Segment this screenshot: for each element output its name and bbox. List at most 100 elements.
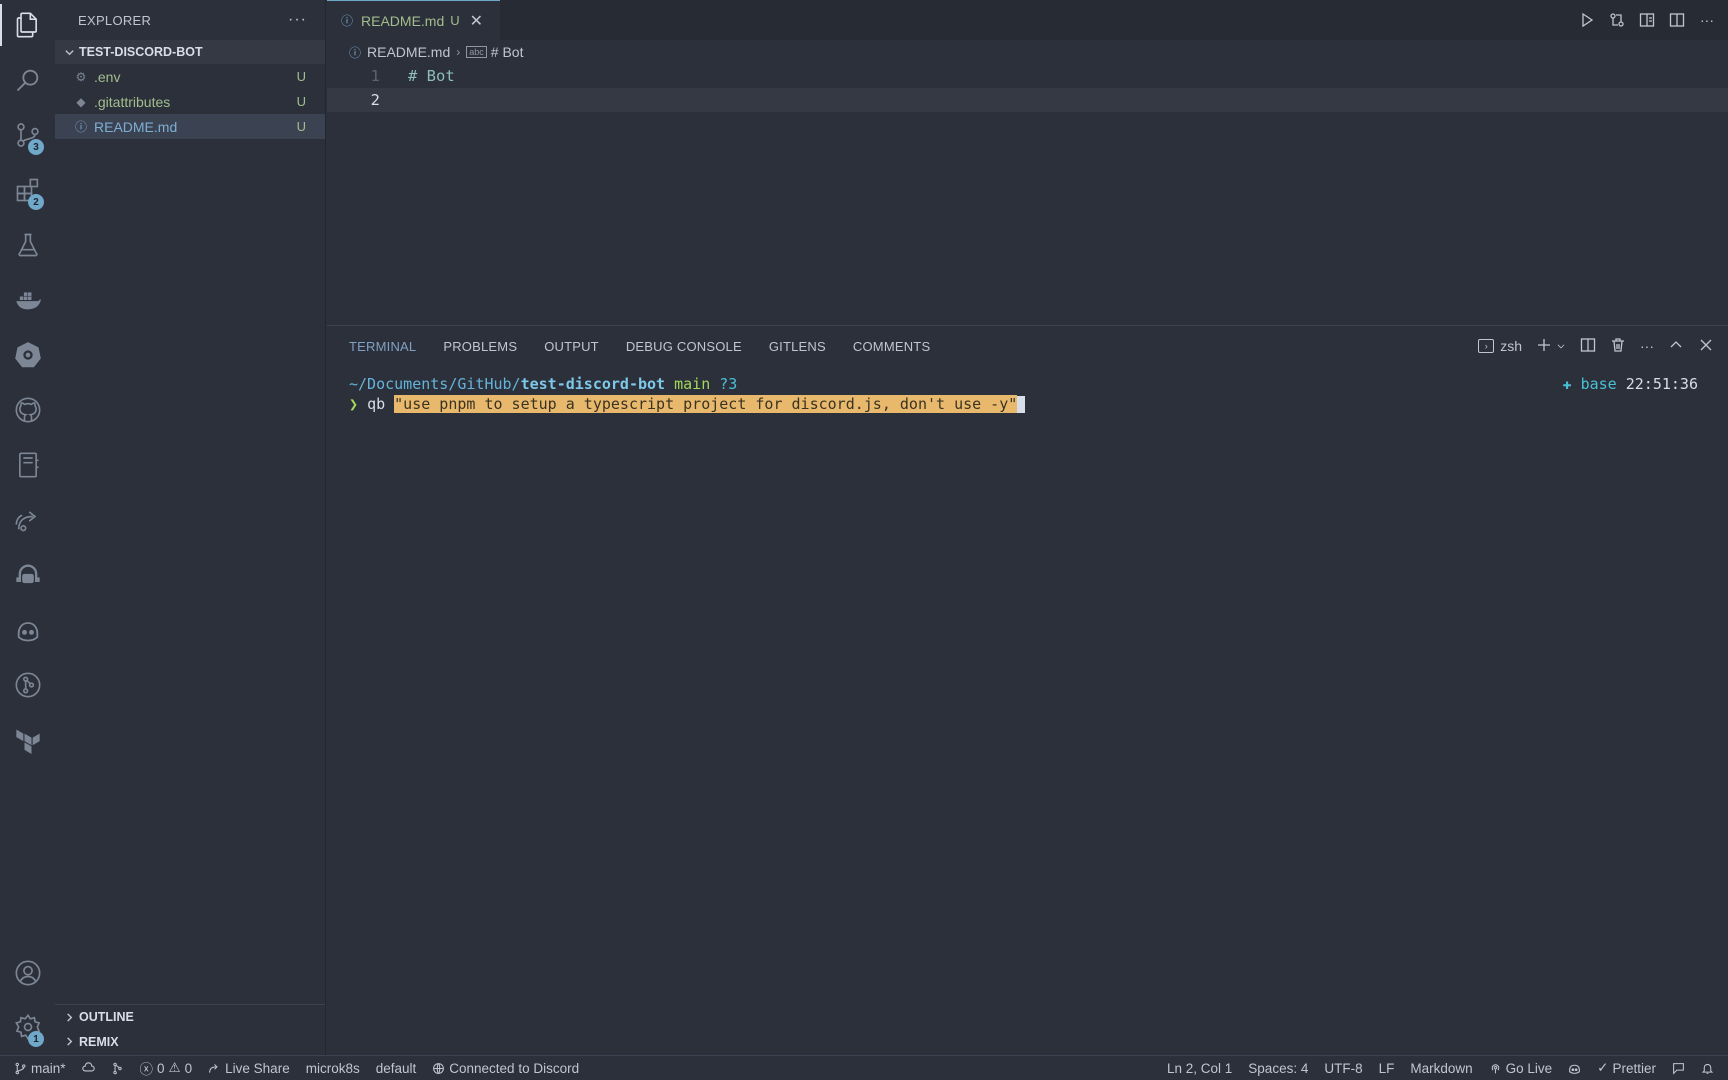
github-icon[interactable] <box>0 385 55 435</box>
line-number: 2 <box>370 91 380 109</box>
tab-debug-console[interactable]: DEBUG CONSOLE <box>626 326 742 366</box>
search-icon[interactable] <box>0 55 55 105</box>
explorer-header: EXPLORER ··· <box>55 0 325 40</box>
conda-icon: ✚ <box>1562 375 1572 393</box>
remote-explorer-icon[interactable] <box>0 550 55 600</box>
gear-icon: ⚙ <box>75 69 87 84</box>
kube-cluster[interactable]: microk8s <box>298 1061 368 1076</box>
kube-namespace[interactable]: default <box>368 1061 425 1076</box>
settings-gear-icon[interactable]: 1 <box>0 1002 55 1052</box>
live-share-status[interactable]: Live Share <box>200 1061 298 1076</box>
end-of-line[interactable]: LF <box>1371 1061 1403 1076</box>
broadcast-icon <box>1491 1063 1499 1073</box>
tab-output[interactable]: OUTPUT <box>544 326 599 366</box>
info-icon: ⓘ <box>349 45 362 60</box>
testing-icon[interactable] <box>0 220 55 270</box>
prettier-status[interactable]: ✓ Prettier <box>1589 1060 1664 1076</box>
terminal-command-line: ❯ qb "use pnpm to setup a typescript pro… <box>349 394 1698 414</box>
indentation[interactable]: Spaces: 4 <box>1240 1061 1316 1076</box>
terminal-cursor <box>1017 396 1026 413</box>
code-editor[interactable]: 1 # Bot 2 <box>327 64 1728 324</box>
tab-readme[interactable]: ⓘ README.md U ✕ <box>327 0 500 40</box>
folder-name: TEST-DISCORD-BOT <box>79 45 203 59</box>
terminal-path-dir: test-discord-bot <box>520 375 666 393</box>
terraform-icon[interactable] <box>0 715 55 765</box>
file-name: .gitattributes <box>94 93 171 110</box>
run-icon[interactable] <box>1578 11 1596 29</box>
open-preview-icon[interactable] <box>1638 11 1656 29</box>
source-control-badge: 3 <box>28 139 44 155</box>
feedback-icon[interactable] <box>1664 1062 1693 1075</box>
compare-changes-icon[interactable] <box>1608 11 1626 29</box>
kubernetes-icon[interactable] <box>0 330 55 380</box>
docker-icon[interactable] <box>0 275 55 325</box>
chevron-down-icon[interactable] <box>1556 338 1566 354</box>
close-icon[interactable]: ✕ <box>470 11 483 31</box>
problems-status[interactable]: ⓧ 0 ⚠ 0 <box>132 1058 201 1078</box>
file-item-gitattributes[interactable]: ◆ .gitattributes U <box>55 89 325 114</box>
terminal-env: base <box>1580 375 1617 393</box>
tab-terminal[interactable]: TERMINAL <box>349 326 416 366</box>
more-actions-icon[interactable]: ··· <box>1640 338 1654 354</box>
breadcrumb: ⓘ README.md › abc # Bot <box>327 40 1728 64</box>
breadcrumb-file[interactable]: README.md <box>367 44 450 60</box>
go-live-status[interactable]: Go Live <box>1481 1061 1561 1076</box>
globe-icon <box>433 1062 445 1074</box>
discord-status[interactable]: Connected to Discord <box>424 1061 587 1076</box>
tab-problems[interactable]: PROBLEMS <box>443 326 517 366</box>
notebook-icon[interactable] <box>0 440 55 490</box>
new-terminal-icon[interactable] <box>1536 337 1552 356</box>
more-actions-icon[interactable]: ··· <box>1698 11 1716 29</box>
settings-badge: 1 <box>28 1031 44 1047</box>
chevron-down-icon <box>61 44 77 60</box>
split-terminal-icon[interactable] <box>1580 337 1596 356</box>
editor-actions: ··· <box>1578 0 1716 40</box>
explorer-icon[interactable] <box>0 0 55 50</box>
terminal-argument: "use pnpm to setup a typescript project … <box>394 395 1018 413</box>
tab-gitlens[interactable]: GITLENS <box>769 326 826 366</box>
cursor-position[interactable]: Ln 2, Col 1 <box>1159 1061 1240 1076</box>
notifications-bell-icon[interactable] <box>1693 1062 1728 1075</box>
go-live-label: Go Live <box>1505 1060 1553 1076</box>
file-name: .env <box>94 68 121 85</box>
warning-count: 0 <box>184 1060 193 1076</box>
file-status: U <box>296 119 306 134</box>
close-panel-icon[interactable] <box>1698 337 1714 356</box>
encoding[interactable]: UTF-8 <box>1316 1061 1370 1076</box>
remix-section[interactable]: REMIX <box>55 1029 325 1054</box>
file-status: U <box>296 94 306 109</box>
live-share-icon[interactable] <box>0 495 55 545</box>
diamond-icon: ◆ <box>76 94 86 109</box>
shell-name: zsh <box>1500 338 1522 354</box>
terminal-shell-selector[interactable]: › zsh <box>1478 338 1522 354</box>
terminal-prompt-char: ❯ <box>349 395 359 413</box>
code-line-current: 2 <box>327 88 1728 112</box>
copilot-icon[interactable] <box>0 605 55 655</box>
trash-icon[interactable] <box>1610 337 1626 356</box>
tab-comments[interactable]: COMMENTS <box>853 326 930 366</box>
explorer-sidebar: EXPLORER ··· TEST-DISCORD-BOT ⚙ .env U ◆… <box>55 0 326 1055</box>
gitlens-status-icon[interactable] <box>103 1062 132 1075</box>
maximize-panel-icon[interactable] <box>1668 337 1684 356</box>
folder-header[interactable]: TEST-DISCORD-BOT <box>55 40 325 64</box>
source-control-icon[interactable]: 3 <box>0 110 55 160</box>
gitlens-icon[interactable] <box>0 660 55 710</box>
outline-section[interactable]: OUTLINE <box>55 1004 325 1029</box>
chevron-right-icon <box>61 1009 77 1025</box>
status-bar-right: Ln 2, Col 1 Spaces: 4 UTF-8 LF Markdown … <box>1159 1060 1728 1076</box>
split-editor-icon[interactable] <box>1668 11 1686 29</box>
account-icon[interactable] <box>0 948 55 998</box>
panel-tabs: TERMINAL PROBLEMS OUTPUT DEBUG CONSOLE G… <box>349 326 930 366</box>
breadcrumb-symbol[interactable]: # Bot <box>491 44 524 60</box>
language-mode[interactable]: Markdown <box>1402 1061 1480 1076</box>
file-status: U <box>296 69 306 84</box>
terminal-output[interactable]: ~/Documents/GitHub/test-discord-bot main… <box>349 374 1698 414</box>
terminal-branch: main <box>674 375 711 393</box>
status-branch[interactable]: main* <box>0 1061 74 1076</box>
file-item-readme[interactable]: ⓘ README.md U <box>55 114 325 139</box>
file-item-env[interactable]: ⚙ .env U <box>55 64 325 89</box>
sync-icon[interactable] <box>74 1061 103 1075</box>
explorer-more-actions-icon[interactable]: ··· <box>288 11 307 29</box>
extensions-icon[interactable]: 2 <box>0 165 55 215</box>
copilot-status-icon[interactable] <box>1560 1062 1589 1075</box>
